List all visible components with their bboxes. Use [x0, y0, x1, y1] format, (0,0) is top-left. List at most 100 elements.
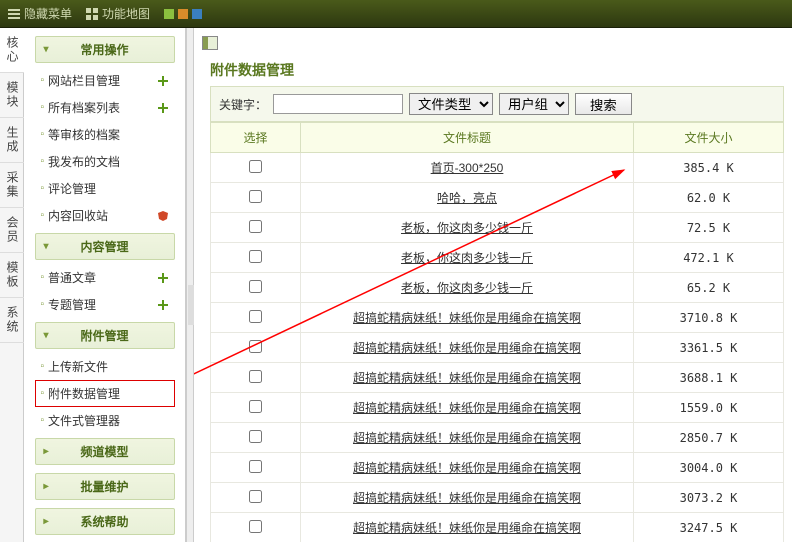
file-title-link[interactable]: 超搞蛇精病妹纸！妹纸你是用绳命在搞笑啊: [353, 371, 581, 385]
file-title-link[interactable]: 哈哈，亮点: [437, 191, 497, 205]
row-checkbox[interactable]: [249, 160, 262, 173]
sidetab-4[interactable]: 会员: [0, 208, 25, 253]
feature-map-label: 功能地图: [102, 5, 150, 22]
bullet-icon: ▫: [41, 75, 45, 86]
file-size: 3688.1 K: [634, 363, 784, 393]
file-title-link[interactable]: 首页-300*250: [431, 161, 504, 175]
feature-map-button[interactable]: 功能地图: [86, 5, 150, 22]
sidetab-0[interactable]: 核心: [0, 28, 25, 73]
color-swatch-orange[interactable]: [178, 9, 188, 19]
table-row: 超搞蛇精病妹纸！妹纸你是用绳命在搞笑啊 3247.5 K: [211, 513, 784, 542]
navitem-所有档案列表[interactable]: ▫所有档案列表: [35, 94, 175, 121]
navgroup-批量维护[interactable]: ▸批量维护: [35, 473, 175, 500]
search-button[interactable]: 搜索: [575, 93, 632, 115]
usergroup-select[interactable]: 用户组: [499, 93, 569, 115]
sidetab-1[interactable]: 模块: [0, 73, 25, 118]
navitem-专题管理[interactable]: ▫专题管理: [35, 291, 175, 318]
chevron-down-icon: ▾: [44, 330, 49, 341]
plus-icon: [157, 272, 169, 284]
row-checkbox[interactable]: [249, 280, 262, 293]
file-title-link[interactable]: 超搞蛇精病妹纸！妹纸你是用绳命在搞笑啊: [353, 461, 581, 475]
table-row: 首页-300*250 385.4 K: [211, 153, 784, 183]
data-table: 选择 文件标题 文件大小 首页-300*250385.4 K哈哈，亮点62.0 …: [210, 122, 784, 542]
file-size: 385.4 K: [634, 153, 784, 183]
table-row: 哈哈，亮点62.0 K: [211, 183, 784, 213]
navgroup-系统帮助[interactable]: ▸系统帮助: [35, 508, 175, 535]
row-checkbox[interactable]: [249, 190, 262, 203]
file-title-link[interactable]: 超搞蛇精病妹纸！妹纸你是用绳命在搞笑啊: [353, 341, 581, 355]
navitem-上传新文件[interactable]: ▫上传新文件: [35, 353, 175, 380]
table-row: 超搞蛇精病妹纸！妹纸你是用绳命在搞笑啊 1559.0 K: [211, 393, 784, 423]
color-swatch-blue[interactable]: [192, 9, 202, 19]
navitem-我发布的文档[interactable]: ▫我发布的文档: [35, 148, 175, 175]
row-checkbox[interactable]: [249, 220, 262, 233]
bullet-icon: ▫: [41, 361, 45, 372]
sidetab-2[interactable]: 生成: [0, 118, 25, 163]
filetype-select[interactable]: 文件类型: [409, 93, 493, 115]
navitem-网站栏目管理[interactable]: ▫网站栏目管理: [35, 67, 175, 94]
navitem-文件式管理器[interactable]: ▫文件式管理器: [35, 407, 175, 434]
hide-menu-button[interactable]: 隐藏菜单: [8, 5, 72, 22]
file-title-link[interactable]: 超搞蛇精病妹纸！妹纸你是用绳命在搞笑啊: [353, 521, 581, 535]
chevron-down-icon: ▸: [44, 446, 49, 457]
keyword-label: 关键字：: [219, 96, 267, 113]
window-icon: [202, 36, 218, 50]
row-checkbox[interactable]: [249, 340, 262, 353]
navgroup-常用操作[interactable]: ▾常用操作: [35, 36, 175, 63]
sidetab-5[interactable]: 模板: [0, 253, 25, 298]
bullet-icon: ▫: [41, 415, 45, 426]
table-row: 超搞蛇精病妹纸！妹纸你是用绳命在搞笑啊3004.0 K: [211, 453, 784, 483]
file-title-link[interactable]: 超搞蛇精病妹纸！妹纸你是用绳命在搞笑啊: [353, 401, 581, 415]
plus-icon: [157, 75, 169, 87]
navitem-评论管理[interactable]: ▫评论管理: [35, 175, 175, 202]
sidetab-3[interactable]: 采集: [0, 163, 25, 208]
row-checkbox[interactable]: [249, 490, 262, 503]
file-title-link[interactable]: 超搞蛇精病妹纸！妹纸你是用绳命在搞笑啊: [353, 431, 581, 445]
hide-menu-label: 隐藏菜单: [24, 5, 72, 22]
side-tabs: 核心模块生成采集会员模板系统: [0, 28, 24, 542]
row-checkbox[interactable]: [249, 370, 262, 383]
row-checkbox[interactable]: [249, 400, 262, 413]
row-checkbox[interactable]: [249, 250, 262, 263]
color-swatch-green[interactable]: [164, 9, 174, 19]
file-size: 472.1 K: [634, 243, 784, 273]
navitem-附件数据管理[interactable]: ▫附件数据管理: [35, 380, 175, 407]
row-checkbox[interactable]: [249, 310, 262, 323]
bullet-icon: ▫: [41, 156, 45, 167]
table-row: 老板，你这肉多少钱一斤 72.5 K: [211, 213, 784, 243]
row-checkbox[interactable]: [249, 520, 262, 533]
bullet-icon: ▫: [41, 183, 45, 194]
file-size: 2850.7 K: [634, 423, 784, 453]
chevron-down-icon: ▾: [44, 44, 49, 55]
file-title-link[interactable]: 超搞蛇精病妹纸！妹纸你是用绳命在搞笑啊: [353, 491, 581, 505]
table-row: 老板，你这肉多少钱一斤 472.1 K: [211, 243, 784, 273]
sidetab-6[interactable]: 系统: [0, 298, 25, 343]
filter-bar: 关键字： 文件类型 用户组 搜索: [210, 86, 784, 122]
file-title-link[interactable]: 老板，你这肉多少钱一斤: [401, 221, 533, 235]
file-size: 1559.0 K: [634, 393, 784, 423]
splitter[interactable]: [186, 28, 194, 542]
navitem-等审核的档案[interactable]: ▫等审核的档案: [35, 121, 175, 148]
bullet-icon: ▫: [41, 388, 45, 399]
bullet-icon: ▫: [41, 299, 45, 310]
file-size: 3361.5 K: [634, 333, 784, 363]
table-row: 超搞蛇精病妹纸！妹纸你是用绳命在搞笑啊 3361.5 K: [211, 333, 784, 363]
navitem-普通文章[interactable]: ▫普通文章: [35, 264, 175, 291]
table-row: 超搞蛇精病妹纸！妹纸你是用绳命在搞笑啊3710.8 K: [211, 303, 784, 333]
navitem-内容回收站[interactable]: ▫内容回收站: [35, 202, 175, 229]
file-size: 3247.5 K: [634, 513, 784, 542]
navgroup-内容管理[interactable]: ▾内容管理: [35, 233, 175, 260]
navgroup-频道模型[interactable]: ▸频道模型: [35, 438, 175, 465]
navgroup-附件管理[interactable]: ▾附件管理: [35, 322, 175, 349]
file-title-link[interactable]: 超搞蛇精病妹纸！妹纸你是用绳命在搞笑啊: [353, 311, 581, 325]
shield-icon: [157, 210, 169, 222]
file-title-link[interactable]: 老板，你这肉多少钱一斤: [401, 251, 533, 265]
bullet-icon: ▫: [41, 210, 45, 221]
file-size: 72.5 K: [634, 213, 784, 243]
plus-icon: [157, 299, 169, 311]
file-title-link[interactable]: 老板，你这肉多少钱一斤: [401, 281, 533, 295]
row-checkbox[interactable]: [249, 460, 262, 473]
row-checkbox[interactable]: [249, 430, 262, 443]
table-row: 超搞蛇精病妹纸！妹纸你是用绳命在搞笑啊 3688.1 K: [211, 363, 784, 393]
keyword-input[interactable]: [273, 94, 403, 114]
